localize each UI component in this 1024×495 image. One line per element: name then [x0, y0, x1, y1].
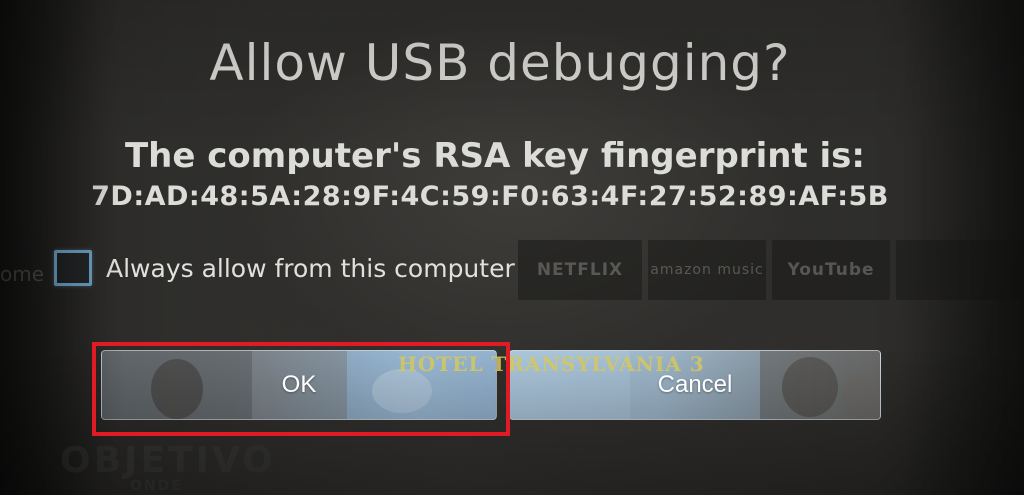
always-allow-row[interactable]: Always allow from this computer [54, 248, 515, 288]
bg-tile-netflix: NETFLIX [518, 240, 642, 300]
checkbox-unchecked-icon[interactable] [54, 250, 92, 286]
bg-tile-amazon-music: amazon music [648, 240, 766, 300]
dialog-title: Allow USB debugging? [209, 34, 791, 92]
bg-tile-other [896, 240, 1024, 300]
rsa-fingerprint: 7D:AD:48:5A:28:9F:4C:59:F0:63:4F:27:52:8… [91, 181, 889, 212]
dialog-message: The computer's RSA key fingerprint is: [124, 136, 866, 176]
bg-bottom-subtext: ONDE [130, 478, 183, 494]
tv-screen: ome NETFLIX amazon music YouTube OBJETIV… [0, 0, 1024, 495]
bg-bottom-text: OBJETIVO [60, 440, 276, 481]
poster-title-text: HOTEL TRANSYLVANIA 3 [398, 352, 705, 376]
bg-tile-youtube: YouTube [772, 240, 890, 300]
always-allow-label: Always allow from this computer [106, 253, 515, 283]
ok-button-label: OK [281, 371, 317, 398]
